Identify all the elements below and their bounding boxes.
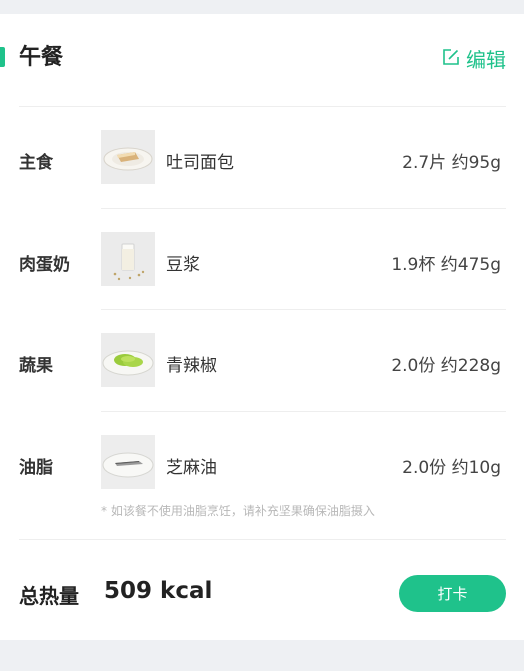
food-name: 吐司面包 [166, 153, 234, 173]
checkin-button[interactable]: 打卡 [399, 575, 506, 612]
food-row-staple[interactable]: 主食 吐司面包 2.7片 约95g [0, 110, 524, 210]
food-row-oil[interactable]: 油脂 芝麻油 2.0份 约10g [0, 415, 524, 515]
divider [101, 411, 506, 412]
divider [101, 208, 506, 209]
sesame-oil-icon [101, 435, 155, 489]
food-row-protein[interactable]: 肉蛋奶 豆浆 1.9杯 约475g [0, 212, 524, 312]
divider [19, 539, 506, 540]
food-name: 芝麻油 [166, 458, 217, 478]
food-amount: 2.7片 约95g [402, 153, 501, 173]
total-calories-label: 总热量 [19, 584, 79, 608]
total-calories-value: 509 kcal [104, 578, 213, 604]
edit-label: 编辑 [466, 48, 506, 72]
divider [19, 106, 506, 107]
category-label: 肉蛋奶 [19, 255, 70, 275]
category-label: 油脂 [19, 458, 53, 478]
food-name: 豆浆 [166, 255, 200, 275]
green-pepper-icon [101, 333, 155, 387]
edit-icon [442, 47, 460, 71]
food-row-vegetable[interactable]: 蔬果 青辣椒 2.0份 约228g [0, 313, 524, 413]
category-label: 蔬果 [19, 356, 53, 376]
food-amount: 2.0份 约228g [391, 356, 501, 376]
title-accent-bar [0, 47, 5, 67]
food-amount: 1.9杯 约475g [391, 255, 501, 275]
edit-button[interactable]: 编辑 [442, 44, 506, 73]
oil-note: * 如该餐不使用油脂烹饪，请补充坚果确保油脂摄入 [101, 504, 375, 518]
soy-milk-icon [101, 232, 155, 286]
food-name: 青辣椒 [166, 356, 217, 376]
category-label: 主食 [19, 153, 53, 173]
divider [101, 309, 506, 310]
food-amount: 2.0份 约10g [402, 458, 501, 478]
meal-title: 午餐 [19, 45, 64, 70]
toast-bread-icon [101, 130, 155, 184]
